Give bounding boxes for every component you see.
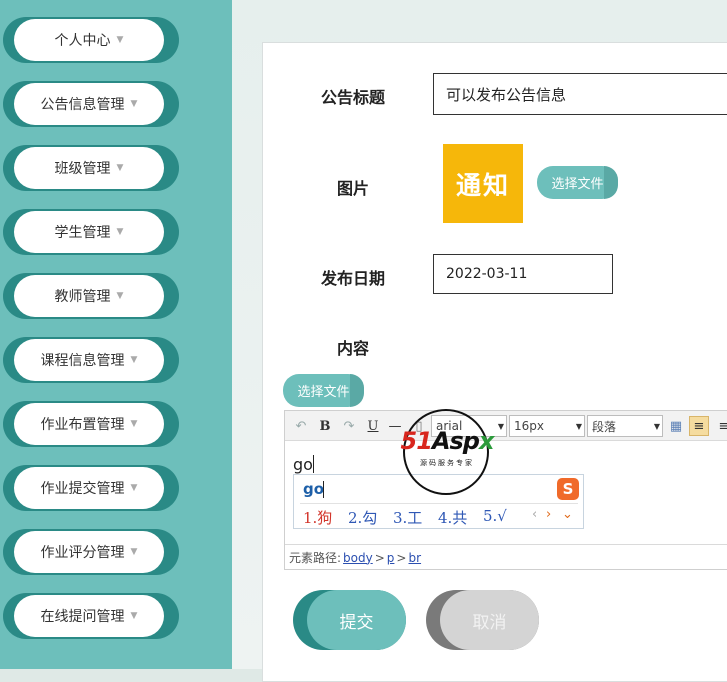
sidebar-item-personal-center[interactable]: 个人中心 ▼ [3, 17, 179, 63]
editor-text: go [293, 455, 313, 474]
align-right-icon[interactable]: ≡ [715, 416, 727, 436]
watermark: 51Aspx 源码服务专家 [387, 405, 507, 500]
watermark-logo: 51Aspx [400, 427, 495, 455]
caret-down-icon: ▼ [116, 227, 124, 237]
sidebar-item-class-management[interactable]: 班级管理 ▼ [3, 145, 179, 191]
ime-candidate-1[interactable]: 1.狗 [303, 507, 332, 528]
caret-down-icon: ▼ [130, 99, 138, 109]
sidebar-item-label: 班级管理 [54, 161, 111, 177]
sidebar-item-label: 课程信息管理 [40, 353, 125, 369]
sidebar-item-grading-management[interactable]: 作业评分管理 ▼ [3, 529, 179, 575]
font-size-value: 16px [514, 419, 544, 433]
ime-prev-icon[interactable]: ‹ [532, 507, 537, 522]
ime-candidate-2[interactable]: 2.勾 [348, 507, 377, 528]
path-link-body[interactable]: body [343, 551, 373, 565]
submit-button[interactable]: 提交 [293, 590, 406, 650]
select-arrow-icon: ▼ [653, 421, 660, 431]
notice-image: 通知 [443, 144, 523, 223]
sidebar-item-question-management[interactable]: 在线提问管理 ▼ [3, 593, 179, 639]
notice-image-text: 通知 [455, 170, 510, 200]
select-arrow-icon: ▼ [575, 421, 582, 431]
bold-button[interactable]: B [317, 416, 333, 436]
title-input[interactable]: 可以发布公告信息 [433, 73, 727, 115]
form-panel [262, 42, 727, 682]
path-link-p[interactable]: p [387, 551, 395, 565]
element-path-label: 元素路径: [289, 551, 342, 565]
sidebar-item-label: 作业提交管理 [40, 481, 125, 497]
sidebar-item-label: 在线提问管理 [40, 609, 125, 625]
date-input[interactable]: 2022-03-11 [433, 254, 613, 294]
caret-down-icon: ▼ [130, 355, 138, 365]
image-file-button-label: 选择文件 [551, 177, 604, 192]
date-label: 发布日期 [321, 269, 386, 288]
ime-candidate-5[interactable]: 5.√ [483, 507, 507, 525]
sidebar-item-label: 教师管理 [54, 289, 111, 305]
sidebar-item-label: 个人中心 [54, 33, 111, 49]
paragraph-value: 段落 [592, 419, 617, 434]
underline-button[interactable]: U [365, 416, 381, 436]
align-left-icon[interactable]: ≡ [689, 416, 709, 436]
content-label: 内容 [337, 339, 370, 358]
ime-expand-icon[interactable]: ⌄ [562, 507, 573, 522]
watermark-subtitle: 源码服务专家 [420, 459, 474, 467]
sidebar-item-label: 学生管理 [54, 225, 111, 241]
caret-down-icon: ▼ [130, 419, 138, 429]
caret-down-icon: ▼ [116, 291, 124, 301]
redo-icon[interactable]: ↷ [341, 416, 357, 436]
path-separator: > [396, 550, 407, 565]
sidebar: 个人中心 ▼ 公告信息管理 ▼ 班级管理 ▼ 学生管理 ▼ 教师管理 ▼ 课程信息管理 ▼ … [0, 0, 232, 669]
sidebar-item-label: 作业布置管理 [40, 417, 125, 433]
ime-caret [323, 481, 324, 498]
ime-candidate-3[interactable]: 3.工 [393, 507, 422, 528]
paragraph-select[interactable]: 段落 ▼ [587, 415, 663, 437]
caret-down-icon: ▼ [116, 35, 124, 45]
caret-down-icon: ▼ [130, 611, 138, 621]
cancel-button[interactable]: 取消 [426, 590, 539, 650]
text-caret [313, 455, 314, 473]
sidebar-item-student-management[interactable]: 学生管理 ▼ [3, 209, 179, 255]
content-file-button-label: 选择文件 [297, 385, 350, 400]
content-file-button[interactable]: 选择文件 [283, 374, 364, 407]
path-link-br[interactable]: br [408, 551, 421, 565]
ime-next-icon[interactable]: › [546, 507, 551, 522]
sidebar-item-course-management[interactable]: 课程信息管理 ▼ [3, 337, 179, 383]
ime-logo-icon: S [557, 478, 579, 500]
table-icon[interactable]: ▦ [667, 416, 685, 436]
sidebar-item-teacher-management[interactable]: 教师管理 ▼ [3, 273, 179, 319]
caret-down-icon: ▼ [130, 547, 138, 557]
sidebar-item-assignment-management[interactable]: 作业布置管理 ▼ [3, 401, 179, 447]
path-separator: > [374, 550, 385, 565]
caret-down-icon: ▼ [116, 163, 124, 173]
sidebar-item-submission-management[interactable]: 作业提交管理 ▼ [3, 465, 179, 511]
submit-button-label: 提交 [339, 612, 374, 633]
sidebar-item-label: 作业评分管理 [40, 545, 125, 561]
image-label: 图片 [337, 179, 370, 198]
caret-down-icon: ▼ [130, 483, 138, 493]
ime-candidate-4[interactable]: 4.共 [438, 507, 467, 528]
font-size-select[interactable]: 16px ▼ [509, 415, 585, 437]
cancel-button-label: 取消 [472, 612, 507, 633]
sidebar-item-notice-management[interactable]: 公告信息管理 ▼ [3, 81, 179, 127]
ime-pinyin: go [303, 480, 325, 498]
undo-icon[interactable]: ↶ [293, 416, 309, 436]
ime-divider [300, 503, 578, 504]
element-path-bar: 元素路径: body > p > br [285, 544, 727, 570]
image-file-button[interactable]: 选择文件 [537, 166, 618, 199]
title-label: 公告标题 [321, 88, 386, 107]
sidebar-item-label: 公告信息管理 [40, 97, 125, 113]
